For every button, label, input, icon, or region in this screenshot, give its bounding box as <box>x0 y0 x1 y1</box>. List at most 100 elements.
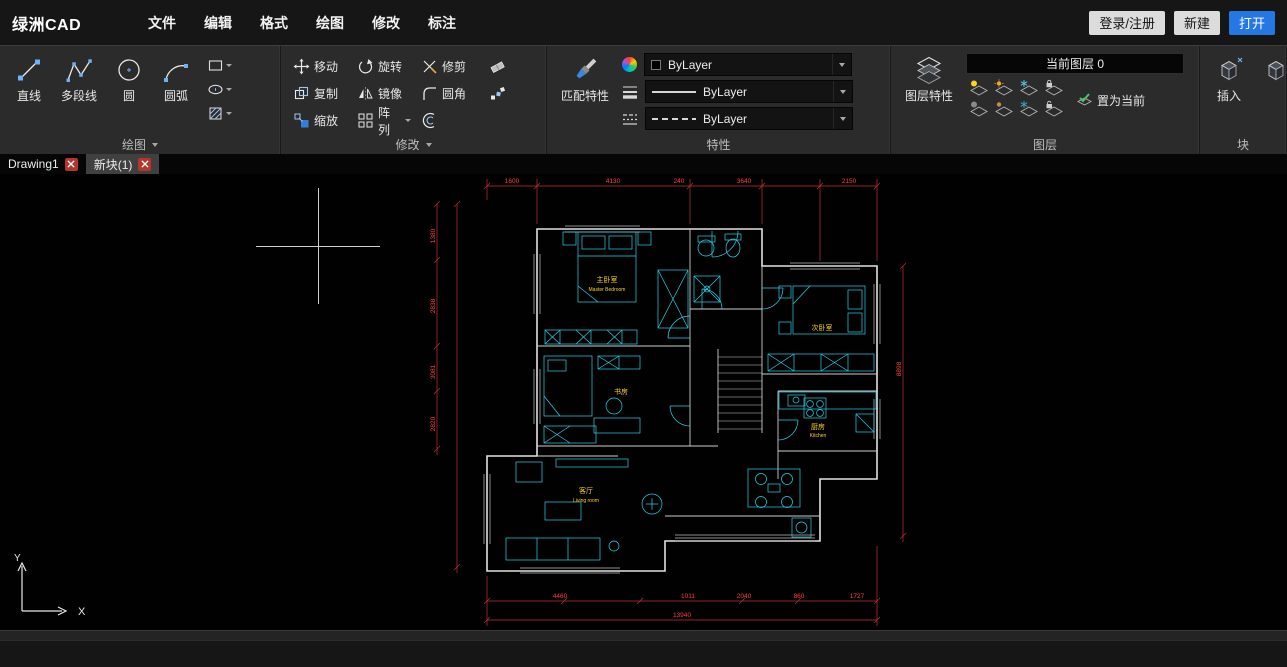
rectangle-tool[interactable] <box>206 56 233 75</box>
ucs-y-label: Y <box>14 553 21 564</box>
create-block-icon <box>1261 55 1287 85</box>
erase-tool[interactable] <box>487 54 511 79</box>
drawing-canvas[interactable]: 1600 4130 240 3640 2150 4460 1011 2040 8… <box>0 174 1287 630</box>
insert-block-label: 插入 <box>1217 87 1241 104</box>
rotate-label: 旋转 <box>378 58 402 75</box>
layer-freeze-toggle[interactable] <box>1018 79 1040 101</box>
move-icon <box>293 58 310 75</box>
modify-panel-label-row[interactable]: 修改 <box>281 135 546 154</box>
fillet-tool[interactable]: 圆角 <box>419 81 481 106</box>
set-current-label: 置为当前 <box>1097 92 1145 109</box>
block-panel-label-row[interactable]: 块 <box>1200 135 1286 154</box>
block-panel-label: 块 <box>1237 136 1249 153</box>
layer-isolate-toggle[interactable] <box>993 100 1015 122</box>
circle-tool[interactable]: 圆 <box>110 53 148 106</box>
circle-icon <box>114 55 144 85</box>
layer-properties-tool[interactable]: 图层特性 <box>901 53 957 106</box>
layers-panel-label-row[interactable]: 图层 <box>891 135 1199 154</box>
menubar: 绿洲CAD 文件 编辑 格式 绘图 修改 标注 登录/注册 新建 打开 <box>0 0 1287 45</box>
ellipse-tool[interactable] <box>206 80 233 99</box>
insert-block-icon <box>1214 55 1244 85</box>
properties-panel-label-row[interactable]: 特性 <box>547 135 890 154</box>
new-file-button[interactable]: 新建 <box>1174 11 1220 35</box>
color-wheel-icon[interactable] <box>622 57 637 72</box>
tab-drawing1-label: Drawing1 <box>8 157 59 171</box>
dim-label: 2150 <box>842 178 857 185</box>
layer-on-toggle[interactable] <box>968 79 990 101</box>
explode-tool[interactable] <box>487 81 511 106</box>
hatch-tool[interactable] <box>206 104 233 123</box>
polyline-label: 多段线 <box>61 87 97 104</box>
tab-new-block[interactable]: 新块(1) <box>86 154 160 174</box>
rotate-tool[interactable]: 旋转 <box>355 54 413 79</box>
linetype-dropdown[interactable]: ByLayer <box>645 107 853 130</box>
layer-snowflake-alt-icon <box>1018 100 1040 117</box>
mirror-icon <box>357 85 374 102</box>
dim-label: 2838 <box>430 298 437 313</box>
open-file-button[interactable]: 打开 <box>1229 11 1275 35</box>
close-icon[interactable] <box>65 158 78 171</box>
tab-drawing1[interactable]: Drawing1 <box>0 154 86 174</box>
menu-annotate[interactable]: 标注 <box>424 10 460 36</box>
circle-label: 圆 <box>123 87 135 104</box>
layer-freeze-vp-toggle[interactable] <box>1018 100 1040 122</box>
trim-label: 修剪 <box>442 58 466 75</box>
create-block-tool[interactable] <box>1257 53 1287 87</box>
trim-tool[interactable]: 修剪 <box>419 54 481 79</box>
arc-tool[interactable]: 圆弧 <box>157 53 195 106</box>
lock-icon <box>1043 79 1065 96</box>
layer-unlock-toggle[interactable] <box>1043 100 1065 122</box>
menu-file[interactable]: 文件 <box>144 10 180 36</box>
lineweight-icon[interactable] <box>622 84 638 100</box>
rotate-icon <box>357 58 374 75</box>
scale-icon <box>293 112 310 129</box>
room-label-study: 书房 <box>614 387 628 396</box>
set-current-icon <box>1076 92 1093 109</box>
copy-tool[interactable]: 复制 <box>291 81 349 106</box>
object-color-dropdown[interactable]: ByLayer <box>644 53 852 76</box>
dim-label: 1380 <box>430 228 437 243</box>
scale-tool[interactable]: 缩放 <box>291 108 349 133</box>
offset-icon <box>421 112 438 129</box>
array-tool[interactable]: 阵列 <box>355 108 413 133</box>
layer-off-toggle[interactable] <box>968 100 990 122</box>
chevron-down-icon <box>226 112 232 115</box>
horizontal-scrollbar[interactable] <box>0 630 1287 640</box>
polyline-tool[interactable]: 多段线 <box>57 53 101 106</box>
move-tool[interactable]: 移动 <box>291 54 349 79</box>
ucs-icon <box>18 563 66 615</box>
menu-draw[interactable]: 绘图 <box>312 10 348 36</box>
chevron-down-icon <box>840 90 846 94</box>
set-current-layer-tool[interactable]: 置为当前 <box>1074 88 1147 113</box>
close-icon[interactable] <box>138 158 151 171</box>
room-label-bedroom2: 次卧室 <box>812 323 833 332</box>
array-label: 阵列 <box>378 104 401 138</box>
status-bar <box>0 640 1287 667</box>
dim-label: 1727 <box>850 593 865 600</box>
offset-tool[interactable] <box>419 108 481 133</box>
menu-edit[interactable]: 编辑 <box>200 10 236 36</box>
login-register-button[interactable]: 登录/注册 <box>1089 11 1165 35</box>
chevron-down-icon <box>840 117 846 121</box>
dimension-lines <box>434 179 906 626</box>
lineweight-dropdown[interactable]: ByLayer <box>645 80 853 103</box>
menu-modify[interactable]: 修改 <box>368 10 404 36</box>
dim-label: 860 <box>794 593 805 600</box>
current-layer-field[interactable]: 当前图层 0 <box>966 53 1184 74</box>
menu-format[interactable]: 格式 <box>256 10 292 36</box>
fillet-icon <box>421 85 438 102</box>
chevron-down-icon <box>226 64 232 67</box>
line-tool[interactable]: 直线 <box>10 53 48 106</box>
room-label-kitchen-cn: 厨房 <box>811 422 825 431</box>
mirror-tool[interactable]: 镜像 <box>355 81 413 106</box>
layer-bulb-on-icon <box>968 79 990 96</box>
crosshair-cursor <box>256 188 380 304</box>
chevron-down-icon <box>839 63 845 67</box>
insert-block-tool[interactable]: 插入 <box>1210 53 1248 106</box>
layer-lock-toggle[interactable] <box>1043 79 1065 101</box>
match-properties-tool[interactable]: 匹配特性 <box>557 53 613 106</box>
layer-thaw-toggle[interactable] <box>993 79 1015 101</box>
linetype-icon[interactable] <box>622 111 638 127</box>
ribbon: 直线 多段线 圆 <box>0 45 1287 154</box>
draw-panel-label-row[interactable]: 绘图 <box>0 135 280 154</box>
